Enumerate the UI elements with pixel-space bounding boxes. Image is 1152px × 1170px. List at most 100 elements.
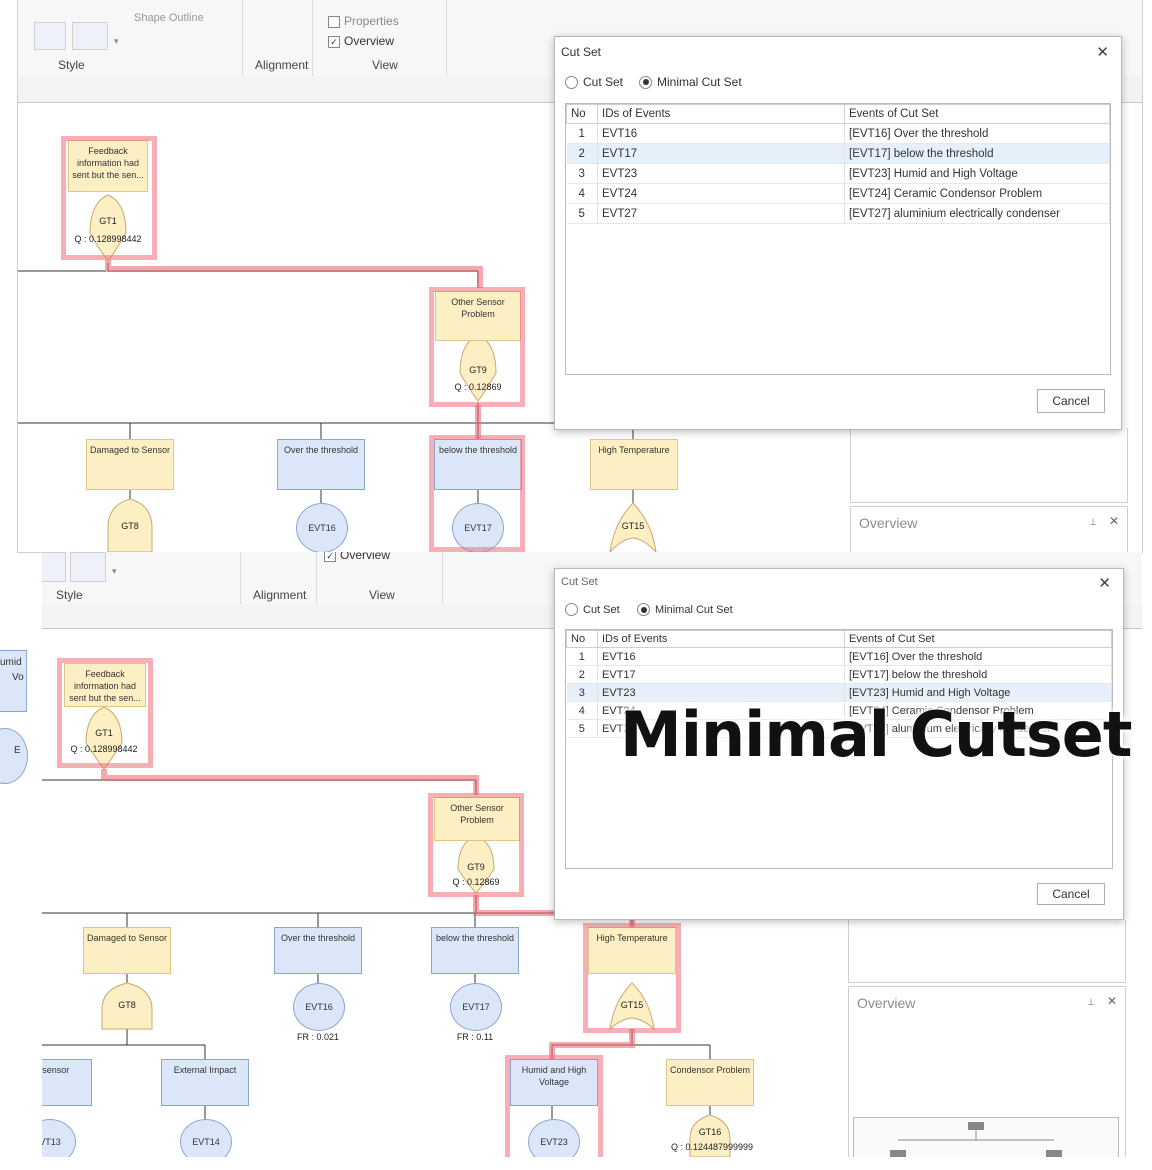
radio-cut-set[interactable]: Cut Set [565,75,623,89]
event-high-temperature[interactable]: High Temperature [590,439,678,490]
col-ids[interactable]: IDs of Events [597,104,845,124]
properties-panel [848,920,1126,983]
table-row[interactable]: 3 EVT23 [EVT23] Humid and High Voltage [566,163,1110,184]
table-row[interactable]: 1 EVT16 [EVT16] Over the threshold [566,647,1112,666]
cell-id: EVT16 [597,647,845,666]
event-over-threshold[interactable]: Over the threshold [274,927,362,974]
event-over-threshold[interactable]: Over the threshold [277,439,365,490]
radio-cut-set[interactable]: Cut Set [565,603,620,616]
event-label: Damaged to Sensor [89,445,171,455]
event-label: Over the threshold [280,933,356,943]
cell-id: EVT27 [597,203,845,224]
cell-event: [EVT16] Over the threshold [844,123,1110,144]
gate-gt16-q: Q : 0.124487999999 [670,1142,754,1152]
col-no[interactable]: No [566,104,598,124]
cell-no: 5 [566,719,598,738]
edge-text: umid [0,657,22,668]
pin-icon[interactable]: ⊥ [1089,517,1097,528]
close-icon[interactable]: ✕ [1096,43,1109,61]
gate-gt8-label: GT8 [121,521,139,531]
cell-no: 4 [566,701,598,720]
close-icon[interactable]: ✕ [1098,574,1111,592]
fill-swatch[interactable] [42,552,66,582]
ribbon-group-style: Style [58,58,85,72]
overview-checkbox[interactable]: ✓ Overview [328,34,394,48]
shape-outline-label[interactable]: Shape Outline [134,12,204,24]
properties-checkbox[interactable]: Properties [328,14,399,28]
event-damaged[interactable]: Damaged to Sensor [83,927,171,974]
cell-event: [EVT24] Ceramic Condensor Problem [844,183,1110,204]
dialog-title: Cut Set [561,576,598,588]
gate-gt15-label: GT15 [621,521,645,531]
highlight-box [429,287,525,407]
event-ned-sensor[interactable]: ned sensor [42,1059,92,1106]
cell-event: [EVT17] below the threshold [844,143,1110,164]
cut-set-table[interactable]: No IDs of Events Events of Cut Set 1 EVT1… [565,103,1111,375]
event-damaged[interactable]: Damaged to Sensor [86,439,174,490]
cancel-button[interactable]: Cancel [1037,389,1105,413]
outline-swatch[interactable] [72,22,108,50]
radio-minimal-cut-set[interactable]: Minimal Cut Set [639,75,742,89]
cell-no: 5 [566,203,598,224]
overview-panel: Overview ⊥ ✕ [848,986,1126,1157]
gate-gt16-label: GT16 [698,1127,722,1137]
radio-minimal-cut-set[interactable]: Minimal Cut Set [637,603,733,616]
cell-event: [EVT16] Over the threshold [844,647,1112,666]
close-icon[interactable]: ✕ [1107,994,1117,1008]
table-row[interactable]: 2 EVT17 [EVT17] below the threshold [566,665,1112,684]
event-label: ned sensor [42,1065,70,1075]
edge-text: Vo [12,672,24,683]
dialog-title: Cut Set [561,45,602,59]
cut-set-grid: No IDs of Events Events of Cut Set 1 EVT1… [566,104,1110,224]
cell-id: EVT16 [597,123,845,144]
chevron-down-icon[interactable]: ▾ [112,566,117,577]
cancel-button[interactable]: Cancel [1037,883,1105,905]
caption-title: Minimal Cutset [620,698,1132,771]
ribbon-divider [442,552,443,604]
gate-gt8-label: GT8 [118,1000,136,1010]
cell-id: EVT17 [597,143,845,164]
close-icon[interactable]: ✕ [1109,514,1119,528]
event-condensor-problem[interactable]: Condensor Problem [666,1059,754,1106]
cell-event: [EVT17] below the threshold [844,665,1112,684]
chevron-down-icon[interactable]: ▾ [114,36,119,47]
cell-id: EVT24 [597,183,845,204]
event-label: Over the threshold [283,445,359,455]
table-row[interactable]: 2 EVT17 [EVT17] below the threshold [566,143,1110,164]
edge-text: E [14,745,21,756]
table-row[interactable]: 4 EVT24 [EVT24] Ceramic Condensor Problem [566,183,1110,204]
col-ids[interactable]: IDs of Events [597,630,845,648]
table-row[interactable]: 1 EVT16 [EVT16] Over the threshold [566,123,1110,144]
basic-event-evt14[interactable]: EVT14 [180,1119,232,1157]
event-external-impact[interactable]: External Impact [161,1059,249,1106]
cell-no: 3 [566,683,598,702]
overview-title: Overview [857,995,916,1011]
overview-checkbox[interactable]: ✓ Overview [324,552,390,562]
overview-panel: Overview ⊥ ✕ [850,506,1128,552]
basic-event-evt17[interactable]: EVT17 [450,983,502,1031]
cell-no: 4 [566,183,598,204]
col-no[interactable]: No [566,630,598,648]
col-events[interactable]: Events of Cut Set [844,630,1112,648]
ribbon-divider [446,0,447,76]
overview-thumbnail[interactable] [853,1117,1119,1157]
ribbon-group-view: View [369,588,395,602]
col-events[interactable]: Events of Cut Set [844,104,1110,124]
overview-tree-icon [890,1122,1062,1157]
ribbon-divider [312,0,313,76]
top-window: ▾ Shape Outline Properties ✓ Overview Sty… [18,0,1142,552]
pin-icon[interactable]: ⊥ [1087,997,1095,1008]
ribbon-divider [316,552,317,604]
event-below-threshold[interactable]: below the threshold [431,927,519,974]
fill-swatch[interactable] [34,22,66,50]
outline-swatch[interactable] [70,552,106,582]
cell-event: [EVT23] Humid and High Voltage [844,163,1110,184]
ribbon-divider [240,552,241,604]
event-label: External Impact [173,1065,237,1075]
cell-no: 1 [566,123,598,144]
evt16-fr: FR : 0.021 [296,1032,340,1042]
basic-event-evt16[interactable]: EVT16 [296,503,348,552]
cell-id: EVT23 [597,163,845,184]
basic-event-evt16[interactable]: EVT16 [293,983,345,1031]
table-row[interactable]: 5 EVT27 [EVT27] aluminium electrically con… [566,203,1110,224]
